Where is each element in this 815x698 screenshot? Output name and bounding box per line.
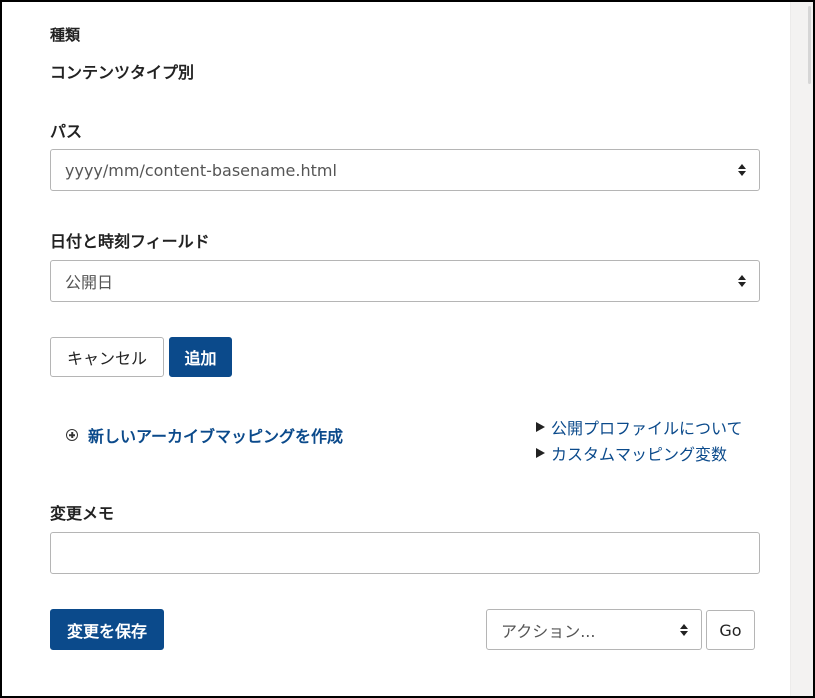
create-archive-mapping-label: 新しいアーカイブマッピングを作成	[88, 427, 344, 446]
select-arrows-icon	[738, 275, 746, 287]
datetime-field-select-value: 公開日	[65, 273, 114, 292]
path-select-value: yyyy/mm/content-basename.html	[65, 160, 337, 180]
add-button[interactable]: 追加	[169, 337, 232, 377]
custom-mapping-variables-link[interactable]: カスタムマッピング変数	[536, 441, 727, 465]
plus-circle-icon	[66, 429, 78, 441]
custom-mapping-variables-label: カスタムマッピング変数	[551, 445, 728, 464]
go-button[interactable]: Go	[706, 610, 755, 650]
cancel-button[interactable]: キャンセル	[50, 337, 164, 377]
scrollbar-thumb[interactable]	[808, 6, 811, 84]
change-memo-label: 変更メモ	[50, 504, 115, 523]
triangle-right-icon	[536, 422, 545, 432]
path-label: パス	[50, 122, 83, 141]
select-arrows-icon	[738, 164, 746, 176]
publish-profile-help-link[interactable]: 公開プロファイルについて	[536, 415, 743, 439]
scrollbar-track[interactable]	[790, 2, 813, 696]
archive-mapping-panel: 種類 コンテンツタイプ別 パス yyyy/mm/content-basename…	[0, 0, 815, 698]
action-select[interactable]: アクション...	[486, 609, 702, 650]
publish-profile-help-label: 公開プロファイルについて	[551, 419, 743, 438]
create-archive-mapping-link[interactable]: 新しいアーカイブマッピングを作成	[66, 423, 343, 447]
type-value: コンテンツタイプ別	[50, 63, 195, 82]
datetime-field-label: 日付と時刻フィールド	[50, 232, 210, 251]
datetime-field-select[interactable]: 公開日	[50, 260, 760, 302]
change-memo-input[interactable]	[50, 532, 760, 574]
action-select-value: アクション...	[501, 621, 596, 641]
save-changes-button[interactable]: 変更を保存	[50, 609, 164, 650]
path-select[interactable]: yyyy/mm/content-basename.html	[50, 149, 760, 191]
select-arrows-icon	[680, 623, 688, 636]
form-content: 種類 コンテンツタイプ別 パス yyyy/mm/content-basename…	[2, 2, 792, 696]
triangle-right-icon	[536, 448, 545, 458]
type-label: 種類	[50, 26, 81, 44]
